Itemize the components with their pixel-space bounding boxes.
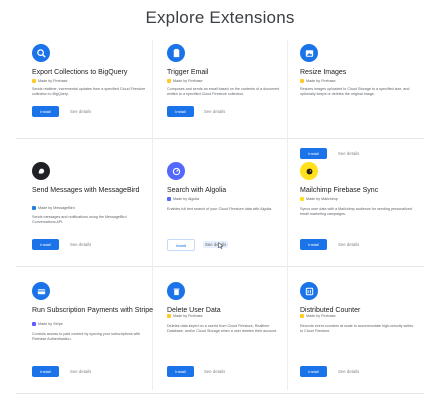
install-button[interactable]: Install [32, 239, 59, 250]
messagebird-badge-icon [32, 206, 36, 210]
maker-label: Made by Firebase [300, 314, 336, 318]
firebase-icon [32, 79, 36, 83]
delete-icon [167, 282, 185, 300]
install-button[interactable]: Install [167, 106, 194, 117]
extension-description: Sends messages and notifications using t… [32, 215, 127, 225]
payment-icon [32, 282, 50, 300]
extension-name: Resize Images [300, 69, 347, 76]
extension-card: Distributed Counter Made by Firebase Rec… [300, 282, 422, 400]
mailchimp-badge-icon [300, 197, 304, 201]
extension-card: Trigger Email Made by Firebase Composes … [167, 44, 289, 162]
extension-name: Trigger Email [167, 69, 209, 76]
algolia-icon [167, 162, 185, 180]
install-button[interactable]: Install [32, 366, 59, 377]
mouse-cursor-icon [218, 242, 224, 249]
see-details-link[interactable]: See details [338, 369, 359, 374]
extension-description: Resizes images uploaded to Cloud Storage… [300, 87, 410, 97]
firebase-icon [167, 314, 171, 318]
counter-icon [300, 282, 318, 300]
install-button[interactable]: Install [300, 148, 327, 159]
see-details-link[interactable]: See details [70, 109, 91, 114]
extension-name: Send Messages with MessageBird [32, 187, 140, 194]
extension-description: Syncs user data with a Mailchimp audienc… [300, 207, 412, 217]
extension-card: Delete User Data Made by Firebase Delete… [167, 282, 289, 400]
see-details-link[interactable]: See details [338, 151, 359, 156]
firebase-icon [167, 79, 171, 83]
image-icon [300, 44, 318, 62]
algolia-badge-icon [167, 197, 171, 201]
firebase-icon [300, 314, 304, 318]
extension-card: Send Messages with MessageBird Made by M… [32, 162, 154, 280]
extension-card: Run Subscription Payments with Stripe Ma… [32, 282, 154, 400]
extension-description: Enables full text search of your Cloud F… [167, 207, 273, 211]
install-button[interactable]: Install [300, 366, 327, 377]
maker-label: Made by Firebase [167, 314, 203, 318]
email-icon [167, 44, 185, 62]
see-details-link[interactable]: See details [70, 369, 91, 374]
see-details-link[interactable]: See details [70, 242, 91, 247]
maker-label: Made by Firebase [32, 79, 68, 83]
see-details-link[interactable]: See details [338, 242, 359, 247]
messagebird-icon [32, 162, 50, 180]
install-button[interactable]: Install [167, 366, 194, 377]
mailchimp-icon [300, 162, 318, 180]
extension-description: Controls access to paid content by synci… [32, 332, 141, 342]
stripe-badge-icon [32, 322, 36, 326]
extension-name: Search with Algolia [167, 187, 227, 194]
install-button[interactable]: Install [167, 239, 195, 251]
maker-label: Made by Firebase [167, 79, 203, 83]
extension-name: Export Collections to BigQuery [32, 69, 128, 76]
extension-description: Sends realtime, incremental updates from… [32, 87, 146, 97]
extension-name: Mailchimp Firebase Sync [300, 187, 379, 194]
bigquery-icon [32, 44, 50, 62]
see-details-link[interactable]: See details [203, 241, 229, 248]
extension-description: Deletes data keyed on a userId from Clou… [167, 324, 278, 334]
maker-label: Made by Stripe [32, 322, 63, 326]
extension-card: Export Collections to BigQuery Made by F… [32, 44, 154, 162]
maker-label: Made by Algolia [167, 197, 199, 201]
extension-card: Resize Images Made by Firebase Resizes i… [300, 44, 422, 162]
install-button[interactable]: Install [32, 106, 59, 117]
extension-card: Search with Algolia Made by Algolia Enab… [167, 162, 289, 280]
install-button[interactable]: Install [300, 239, 327, 250]
extension-description: Composes and sends an email based on the… [167, 87, 280, 97]
see-details-link[interactable]: See details [204, 369, 225, 374]
maker-label: Made by MessageBird [32, 206, 75, 210]
extension-name: Run Subscription Payments with Stripe [32, 307, 153, 314]
maker-label: Made by Mailchimp [300, 197, 338, 201]
firebase-icon [300, 79, 304, 83]
page-title: Explore Extensions [145, 8, 295, 27]
extension-description: Records event counters at scale to accom… [300, 324, 414, 334]
maker-label: Made by Firebase [300, 79, 336, 83]
extension-card: Mailchimp Firebase Sync Made by Mailchim… [300, 162, 422, 280]
see-details-link[interactable]: See details [204, 109, 225, 114]
